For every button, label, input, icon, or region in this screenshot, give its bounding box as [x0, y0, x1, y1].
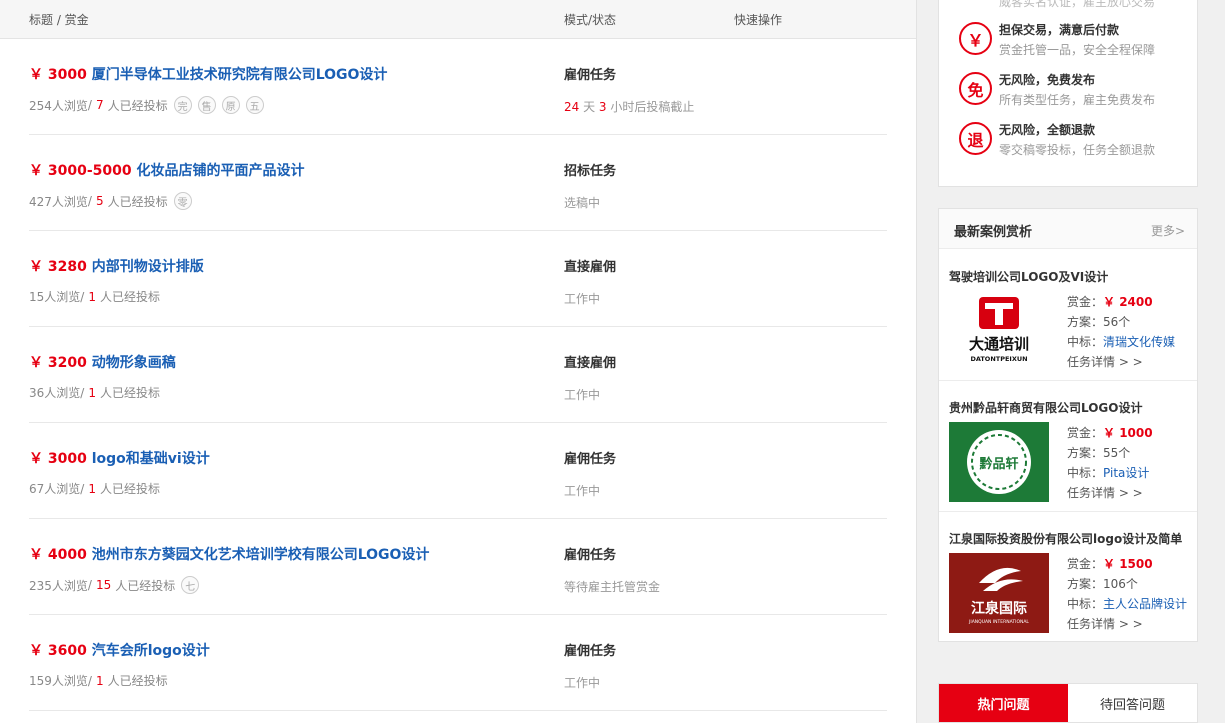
winner-link[interactable]: Pita设计 — [1103, 466, 1149, 480]
task-title-link[interactable]: ￥ 3000-5000 化妆品店铺的平面产品设计 — [29, 160, 305, 180]
case-info: 赏金：￥ 1500 方案：106个 中标：主人公品牌设计 任务详情 > > — [1067, 554, 1187, 634]
case-info: 赏金：￥ 1000 方案：55个 中标：Pita设计 任务详情 > > — [1067, 423, 1153, 503]
tab-hot-questions[interactable]: 热门问题 — [939, 684, 1068, 722]
case-item[interactable]: 江泉国际投资股份有限公司logo设计及简单 江泉国际 JIANQUAN INTE… — [939, 512, 1197, 643]
task-mode: 雇佣任务 — [564, 68, 617, 83]
task-detail-link[interactable]: 任务详情 > > — [1067, 614, 1187, 634]
case-item[interactable]: 贵州黔品轩商贸有限公司LOGO设计 黔品轩 赏金：￥ 1000 方案：55个 中… — [939, 381, 1197, 512]
case-info: 赏金：￥ 2400 方案：56个 中标：清瑞文化传媒 任务详情 > > — [1067, 292, 1175, 372]
more-link[interactable]: 更多> — [1151, 222, 1185, 239]
task-mode: 雇佣任务 — [564, 548, 617, 563]
case-showcase-panel: 最新案例赏析 更多> 驾驶培训公司LOGO及VI设计 大通培训 DATONTPE… — [938, 208, 1198, 642]
task-meta: 235人浏览 / 15 人已经投标 七 — [29, 576, 200, 594]
task-title-link[interactable]: ￥ 3600 汽车会所logo设计 — [29, 640, 210, 660]
task-mode: 雇佣任务 — [564, 644, 617, 659]
task-meta: 254人浏览 / 7 人已经投标 完 售 原 五 — [29, 96, 264, 114]
task-meta: 15人浏览 / 1 人已经投标 — [29, 289, 160, 305]
task-meta: 36人浏览 / 1 人已经投标 — [29, 385, 160, 401]
task-mode: 直接雇佣 — [564, 260, 617, 275]
guarantee-title: 无风险，免费发布 — [999, 73, 1096, 87]
guarantee-title: 无风险，全额退款 — [999, 123, 1096, 137]
winner-link[interactable]: 主人公品牌设计 — [1103, 597, 1187, 611]
svg-text:DATONTPEIXUN: DATONTPEIXUN — [970, 355, 1027, 363]
task-title-link[interactable]: ￥ 3000 logo和基础vi设计 — [29, 448, 210, 468]
table-row: ￥ 3000 logo和基础vi设计 67人浏览 / 1 人已经投标 雇佣任务 工… — [29, 423, 887, 519]
task-detail-link[interactable]: 任务详情 > > — [1067, 352, 1175, 372]
tab-pending-questions[interactable]: 待回答问题 — [1068, 684, 1197, 722]
task-mode: 直接雇佣 — [564, 356, 617, 371]
task-meta: 67人浏览 / 1 人已经投标 — [29, 481, 160, 497]
task-mode: 招标任务 — [564, 164, 617, 179]
svg-text:大通培训: 大通培训 — [969, 335, 1029, 353]
table-header: 标题 / 赏金 模式/状态 快速操作 — [0, 0, 916, 39]
yuan-icon: ￥ — [959, 22, 992, 55]
case-section-title: 最新案例赏析 — [954, 225, 1033, 240]
qa-tabs: 热门问题 待回答问题 — [938, 683, 1198, 723]
table-row: ￥ 3280 内部刊物设计排版 15人浏览 / 1 人已经投标 直接雇佣 工作中 — [29, 231, 887, 327]
task-status: 工作中 — [564, 484, 601, 498]
task-status: 等待雇主托管赏金 — [564, 580, 661, 594]
table-row: ￥ 3000-5000 化妆品店铺的平面产品设计 427人浏览 / 5 人已经投标… — [29, 135, 887, 231]
free-icon: 免 — [959, 72, 992, 105]
task-title-link[interactable]: ￥ 3200 动物形象画稿 — [29, 352, 176, 372]
col-mode-header: 模式/状态 — [564, 13, 617, 27]
case-logo-image[interactable]: 江泉国际 JIANQUAN INTERNATIONAL — [949, 553, 1049, 633]
task-meta: 159人浏览 / 1 人已经投标 — [29, 673, 168, 689]
table-row: ￥ 3200 动物形象画稿 36人浏览 / 1 人已经投标 直接雇佣 工作中 — [29, 327, 887, 423]
task-title-link[interactable]: ￥ 3280 内部刊物设计排版 — [29, 256, 204, 276]
badge-icon: 原 — [221, 96, 240, 114]
task-meta: 427人浏览 / 5 人已经投标 零 — [29, 192, 192, 210]
case-item[interactable]: 驾驶培训公司LOGO及VI设计 大通培训 DATONTPEIXUN 赏金：￥ 2… — [939, 250, 1197, 381]
task-status: 工作中 — [564, 292, 601, 306]
badge-icon: 零 — [173, 192, 192, 210]
guarantee-title: 担保交易，满意后付款 — [999, 23, 1120, 37]
task-list-panel: 标题 / 赏金 模式/状态 快速操作 ￥ 3000 厦门半导体工业技术研究院有限… — [0, 0, 917, 723]
task-title-link[interactable]: ￥ 4000 池州市东方葵园文化艺术培训学校有限公司LOGO设计 — [29, 544, 429, 564]
svg-text:黔品轩: 黔品轩 — [979, 456, 1018, 472]
badge-icon: 七 — [181, 576, 200, 594]
col-action-header: 快速操作 — [734, 13, 783, 27]
winner-link[interactable]: 清瑞文化传媒 — [1103, 335, 1175, 349]
task-status: 24 天 3 小时后投稿截止 — [564, 100, 695, 114]
table-row: ￥ 3600 汽车会所logo设计 159人浏览 / 1 人已经投标 雇佣任务 工… — [29, 615, 887, 711]
badge-icon: 完 — [173, 96, 192, 114]
case-logo-image[interactable]: 大通培训 DATONTPEIXUN — [949, 291, 1049, 371]
guarantee-desc: 零交稿零投标，任务全额退款 — [999, 143, 1156, 157]
svg-text:JIANQUAN INTERNATIONAL: JIANQUAN INTERNATIONAL — [968, 619, 1029, 625]
guarantee-partial-text: 威客实名认证，雇主放心交易 — [999, 0, 1156, 9]
svg-text:江泉国际: 江泉国际 — [971, 600, 1027, 617]
table-row: ￥ 3000 厦门半导体工业技术研究院有限公司LOGO设计 254人浏览 / 7… — [29, 39, 887, 135]
badge-icon: 售 — [197, 96, 216, 114]
task-status: 选稿中 — [564, 196, 601, 210]
task-detail-link[interactable]: 任务详情 > > — [1067, 483, 1153, 503]
badge-icon: 五 — [245, 96, 264, 114]
guarantee-desc: 所有类型任务，雇主免费发布 — [999, 93, 1156, 107]
task-mode: 雇佣任务 — [564, 452, 617, 467]
task-status: 工作中 — [564, 676, 601, 690]
case-logo-image[interactable]: 黔品轩 — [949, 422, 1049, 502]
task-title-link[interactable]: ￥ 3000 厦门半导体工业技术研究院有限公司LOGO设计 — [29, 64, 387, 84]
guarantee-desc: 赏金托管一品，安全全程保障 — [999, 43, 1156, 57]
case-header: 最新案例赏析 更多> — [939, 209, 1197, 249]
refund-icon: 退 — [959, 122, 992, 155]
task-status: 工作中 — [564, 388, 601, 402]
case-title[interactable]: 江泉国际投资股份有限公司logo设计及简单 — [949, 530, 1182, 547]
col-title-header: 标题 / 赏金 — [29, 13, 89, 27]
guarantee-panel: 威客实名认证，雇主放心交易 ￥ 担保交易，满意后付款 赏金托管一品，安全全程保障… — [938, 0, 1198, 187]
case-title[interactable]: 驾驶培训公司LOGO及VI设计 — [949, 268, 1108, 285]
table-row: ￥ 4000 池州市东方葵园文化艺术培训学校有限公司LOGO设计 235人浏览 … — [29, 519, 887, 615]
case-title[interactable]: 贵州黔品轩商贸有限公司LOGO设计 — [949, 399, 1142, 416]
